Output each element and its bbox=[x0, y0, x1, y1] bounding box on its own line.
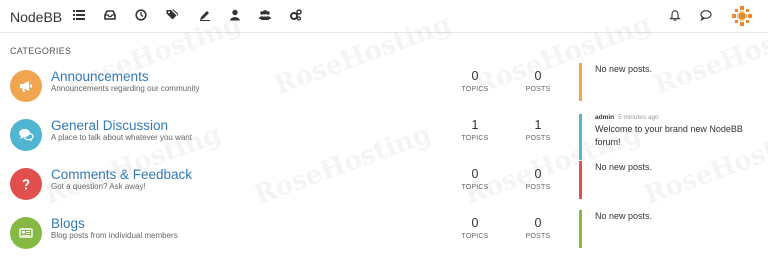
topics-count: 0 bbox=[471, 167, 479, 181]
topics-label: TOPICS bbox=[461, 135, 489, 142]
posts-count: 0 bbox=[534, 216, 542, 230]
comments-icon bbox=[19, 129, 34, 142]
last-post-teaser: No new posts. bbox=[579, 161, 749, 199]
category-icon[interactable] bbox=[10, 168, 42, 200]
posts-label: POSTS bbox=[525, 233, 551, 240]
users-icon[interactable] bbox=[259, 9, 271, 21]
category-row: General Discussion A place to talk about… bbox=[0, 114, 768, 164]
category-icon[interactable] bbox=[10, 217, 42, 249]
avatar[interactable] bbox=[730, 4, 754, 28]
bell-icon[interactable] bbox=[669, 9, 681, 21]
topics-stat: 0 TOPICS bbox=[455, 216, 495, 240]
category-row: Announcements Announcements regarding ou… bbox=[0, 63, 768, 115]
topics-count: 0 bbox=[471, 216, 479, 230]
teaser-time: 5 minutes ago bbox=[617, 114, 659, 121]
category-description: Blog posts from individual members bbox=[51, 231, 178, 240]
topics-label: TOPICS bbox=[461, 233, 489, 240]
posts-stat: 0 POSTS bbox=[518, 167, 558, 191]
question-icon bbox=[22, 179, 30, 190]
teaser-text: No new posts. bbox=[595, 64, 653, 74]
last-post-teaser: No new posts. bbox=[579, 63, 749, 101]
bullhorn-icon bbox=[20, 81, 32, 92]
teaser-text: No new posts. bbox=[595, 211, 653, 221]
list-icon[interactable] bbox=[73, 9, 85, 21]
tags-icon[interactable] bbox=[166, 9, 178, 21]
posts-count: 0 bbox=[534, 69, 542, 83]
category-row: Blogs Blog posts from individual members… bbox=[0, 210, 768, 258]
topics-stat: 1 TOPICS bbox=[455, 118, 495, 142]
teaser-user[interactable]: admin bbox=[595, 114, 614, 121]
category-title[interactable]: Blogs bbox=[51, 216, 85, 231]
newspaper-icon bbox=[19, 228, 33, 238]
user-icon[interactable] bbox=[229, 9, 241, 21]
posts-stat: 1 POSTS bbox=[518, 118, 558, 142]
posts-stat: 0 POSTS bbox=[518, 216, 558, 240]
category-description: Announcements regarding our community bbox=[51, 84, 200, 93]
posts-count: 0 bbox=[534, 167, 542, 181]
gears-icon[interactable] bbox=[290, 9, 302, 21]
teaser-text[interactable]: Welcome to your brand new NodeBB forum! bbox=[595, 123, 749, 149]
category-title[interactable]: General Discussion bbox=[51, 118, 168, 133]
pencil-icon[interactable] bbox=[199, 9, 211, 21]
posts-count: 1 bbox=[534, 118, 542, 132]
posts-label: POSTS bbox=[525, 86, 551, 93]
teaser-meta: admin 5 minutes ago bbox=[595, 114, 749, 121]
posts-label: POSTS bbox=[525, 184, 551, 191]
topics-stat: 0 TOPICS bbox=[455, 167, 495, 191]
category-icon[interactable] bbox=[10, 119, 42, 151]
posts-label: POSTS bbox=[525, 135, 551, 142]
category-row: Comments & Feedback Got a question? Ask … bbox=[0, 161, 768, 213]
section-heading: CATEGORIES bbox=[10, 46, 72, 56]
category-description: A place to talk about whatever you want bbox=[51, 133, 192, 142]
last-post-teaser: admin 5 minutes ago Welcome to your bran… bbox=[579, 114, 749, 160]
posts-stat: 0 POSTS bbox=[518, 69, 558, 93]
navbar: NodeBB bbox=[0, 0, 768, 33]
teaser-text: No new posts. bbox=[595, 162, 653, 172]
inbox-icon[interactable] bbox=[104, 9, 116, 21]
topics-label: TOPICS bbox=[461, 86, 489, 93]
topics-stat: 0 TOPICS bbox=[455, 69, 495, 93]
topics-label: TOPICS bbox=[461, 184, 489, 191]
chat-icon[interactable] bbox=[700, 9, 712, 21]
category-description: Got a question? Ask away! bbox=[51, 182, 146, 191]
brand-link[interactable]: NodeBB bbox=[10, 9, 62, 25]
topics-count: 1 bbox=[471, 118, 479, 132]
category-title[interactable]: Comments & Feedback bbox=[51, 167, 192, 182]
category-title[interactable]: Announcements bbox=[51, 69, 149, 84]
last-post-teaser: No new posts. bbox=[579, 210, 749, 248]
topics-count: 0 bbox=[471, 69, 479, 83]
clock-icon[interactable] bbox=[135, 9, 147, 21]
category-icon[interactable] bbox=[10, 70, 42, 102]
